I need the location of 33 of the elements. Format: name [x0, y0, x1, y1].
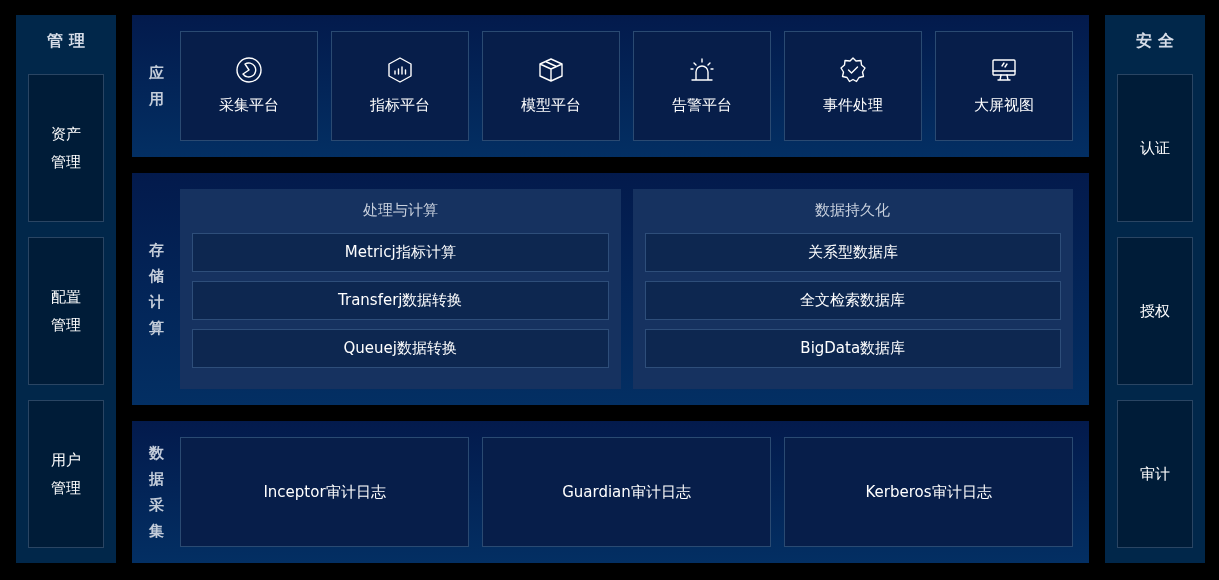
alarm-light-icon [688, 55, 716, 84]
module-card[interactable]: 用户管理 [28, 400, 104, 548]
module-card[interactable]: 资产管理 [28, 74, 104, 222]
component-item: Metricj指标计算 [192, 232, 609, 272]
log-source-card: Kerberos审计日志 [784, 437, 1073, 547]
component-item: 全文检索数据库 [644, 280, 1061, 320]
log-source-card: Inceptor审计日志 [180, 437, 469, 547]
platform-card[interactable]: 事件处理 [784, 31, 922, 141]
component-item: Transferj数据转换 [192, 280, 609, 320]
hexagon-chart-icon [386, 55, 414, 84]
component-item: Queuej数据转换 [192, 328, 609, 368]
platform-card[interactable]: 采集平台 [180, 31, 318, 141]
group-title: 数据持久化 [814, 200, 892, 221]
module-card[interactable]: 审计 [1117, 400, 1193, 548]
section-title: 安全 [1135, 30, 1181, 52]
layer-label: 存储计算 [148, 239, 164, 340]
module-card[interactable]: 认证 [1117, 74, 1193, 222]
layer-label: 应用 [148, 62, 164, 110]
badge-check-icon [839, 55, 867, 84]
platform-card[interactable]: 告警平台 [633, 31, 771, 141]
platform-card[interactable]: 模型平台 [482, 31, 620, 141]
section-title: 管理 [46, 30, 92, 52]
platform-card[interactable]: 大屏视图 [935, 31, 1073, 141]
module-card[interactable]: 授权 [1117, 237, 1193, 385]
group-title: 处理与计算 [361, 200, 439, 221]
component-item: 关系型数据库 [644, 232, 1061, 272]
log-source-card: Guardian审计日志 [482, 437, 771, 547]
module-card[interactable]: 配置管理 [28, 237, 104, 385]
box-icon [537, 55, 565, 84]
component-item: BigData数据库 [644, 328, 1061, 368]
pie-icon [235, 55, 263, 84]
platform-card[interactable]: 指标平台 [331, 31, 469, 141]
layer-label: 数据采集 [148, 442, 164, 543]
